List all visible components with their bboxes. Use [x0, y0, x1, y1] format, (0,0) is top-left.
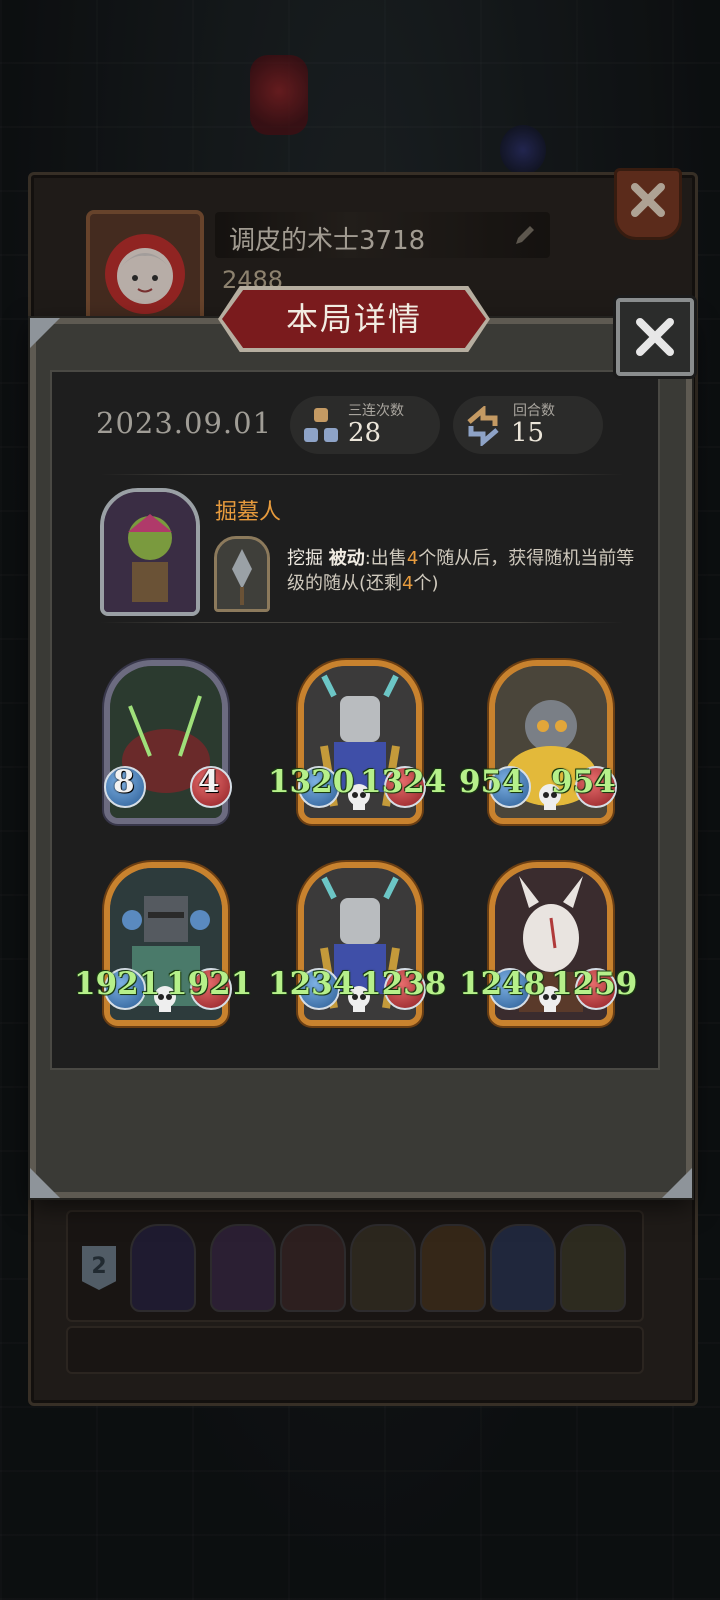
minion-attack: 1248 [459, 966, 546, 1002]
minion-health: 954 [551, 764, 616, 800]
minion-attack: 8 [113, 764, 135, 800]
divider [100, 474, 624, 475]
minion-health: 1921 [166, 966, 253, 1002]
close-icon [636, 318, 674, 356]
hero-portrait[interactable] [100, 488, 200, 616]
minion-attack: 954 [459, 764, 524, 800]
minion-health: 1238 [360, 966, 447, 1002]
minion-attack: 1320 [268, 764, 355, 800]
minion-health: 1259 [551, 966, 638, 1002]
skill-name: 挖掘 [287, 548, 323, 569]
skill-type: 被动 [328, 548, 365, 569]
minion-attack: 1234 [268, 966, 355, 1002]
skill-count: 4 [406, 548, 419, 569]
frame-corner [662, 1168, 692, 1198]
shovel-icon [214, 536, 270, 612]
match-date: 2023.09.01 [96, 406, 273, 440]
frame-corner [30, 1168, 60, 1198]
minion-health: 4 [198, 764, 220, 800]
rounds-value: 15 [511, 418, 545, 448]
rounds-cycle-icon [467, 406, 499, 446]
triples-value: 28 [348, 418, 382, 448]
skill-text-3: 个) [413, 573, 439, 594]
dialog-close-button[interactable] [616, 298, 694, 376]
rounds-stat: 回合数 15 [453, 396, 603, 454]
triples-label: 三连次数 [348, 403, 404, 419]
dialog-title: 本局详情 [285, 300, 422, 338]
skill-text-1: :出售 [364, 548, 407, 569]
triples-stat: 三连次数 28 [290, 396, 440, 454]
rounds-label: 回合数 [513, 403, 555, 419]
hero-skill-description: 挖掘 被动:出售4个随从后，获得随机当前等级的随从(还剩4个) [287, 546, 637, 596]
frame-corner [30, 318, 60, 348]
skill-remaining: 4 [402, 573, 414, 594]
minion-attack: 1921 [74, 966, 161, 1002]
triple-merge-icon [304, 408, 338, 442]
hero-name: 掘墓人 [215, 500, 282, 525]
minion-health: 1324 [360, 764, 447, 800]
divider [100, 622, 624, 623]
